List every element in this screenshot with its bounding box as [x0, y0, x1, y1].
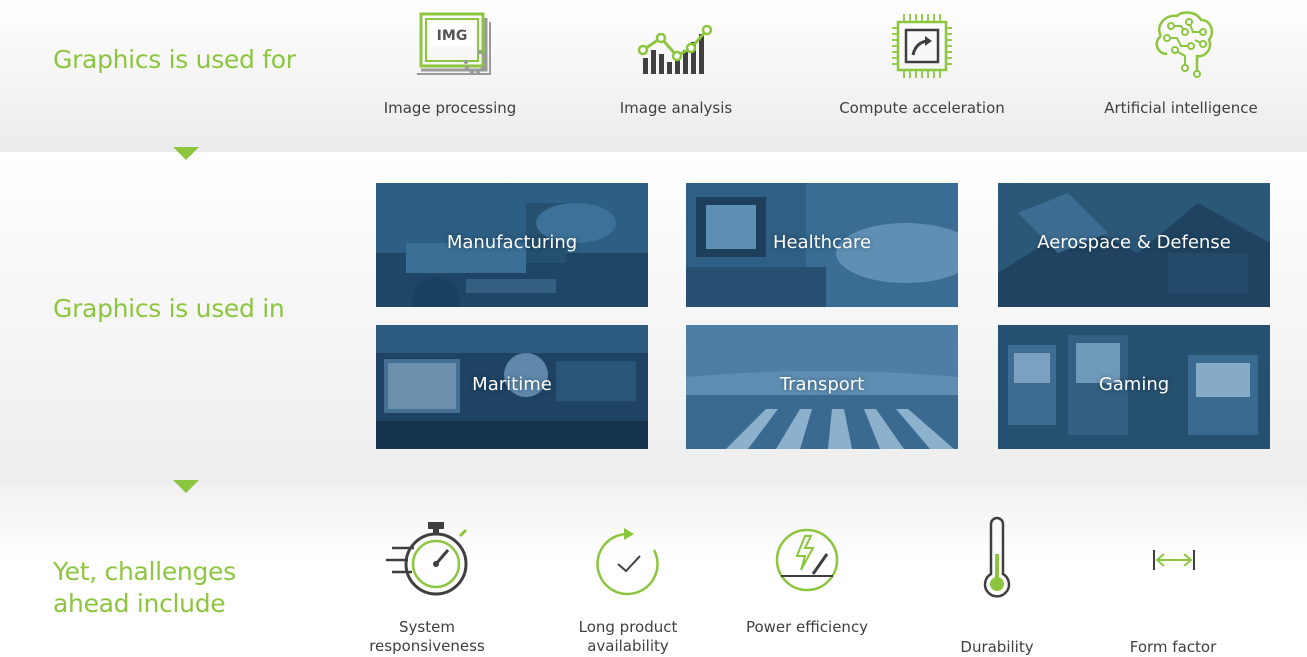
width-arrows-icon	[1153, 550, 1195, 570]
challenge-system-responsiveness: System responsiveness	[347, 514, 507, 655]
challenges-title: Yet, challenges ahead include	[53, 557, 236, 618]
challenge-durability: Durability	[917, 514, 1077, 656]
industry-label: Manufacturing	[446, 232, 578, 253]
industry-tile-maritime[interactable]: Maritime	[376, 325, 648, 449]
challenge-long-product-availability: Long product availability	[548, 514, 708, 655]
industries-title: Graphics is used in	[53, 294, 285, 323]
uses-title: Graphics is used for	[53, 45, 296, 74]
chip-icon	[892, 14, 952, 78]
use-image-processing: IMG Image processing	[340, 10, 560, 118]
challenge-power-efficiency: Power efficiency	[727, 514, 887, 636]
use-label: Artificial intelligence	[1104, 99, 1258, 117]
industry-label: Maritime	[472, 374, 552, 395]
refresh-check-icon	[596, 528, 659, 596]
thermometer-icon	[983, 516, 1011, 598]
down-arrow-icon	[173, 480, 199, 493]
industry-label: Gaming	[1098, 374, 1170, 395]
industry-tile-aerospace-defense[interactable]: Aerospace & Defense	[998, 183, 1270, 307]
use-label: Compute acceleration	[839, 99, 1005, 117]
power-gauge-icon	[775, 528, 839, 592]
industry-label: Transport	[779, 374, 865, 395]
image-processing-icon: IMG	[417, 12, 491, 75]
use-label: Image processing	[383, 99, 517, 117]
industry-tile-transport[interactable]: Transport	[686, 325, 958, 449]
challenge-label: System responsiveness	[369, 618, 485, 655]
industry-label: Healthcare	[772, 232, 872, 253]
challenge-label: Long product availability	[578, 618, 678, 655]
chart-growth-icon	[637, 24, 713, 74]
use-image-analysis: Image analysis	[566, 10, 786, 118]
challenge-label: Form factor	[1129, 638, 1217, 656]
industry-label: Aerospace & Defense	[1037, 232, 1231, 253]
use-compute-acceleration: Compute acceleration	[812, 10, 1032, 118]
stopwatch-icon	[386, 522, 468, 596]
challenge-form-factor: Form factor	[1093, 514, 1253, 656]
brain-circuit-icon	[1155, 11, 1213, 78]
use-artificial-intelligence: Artificial intelligence	[1071, 10, 1291, 118]
industry-tile-gaming[interactable]: Gaming	[998, 325, 1270, 449]
svg-text:IMG: IMG	[437, 28, 468, 44]
challenge-label: Power efficiency	[745, 618, 869, 636]
industry-tile-manufacturing[interactable]: Manufacturing	[376, 183, 648, 307]
down-arrow-icon	[173, 147, 199, 160]
industry-tile-healthcare[interactable]: Healthcare	[686, 183, 958, 307]
challenge-label: Durability	[960, 638, 1034, 656]
use-label: Image analysis	[619, 99, 733, 117]
